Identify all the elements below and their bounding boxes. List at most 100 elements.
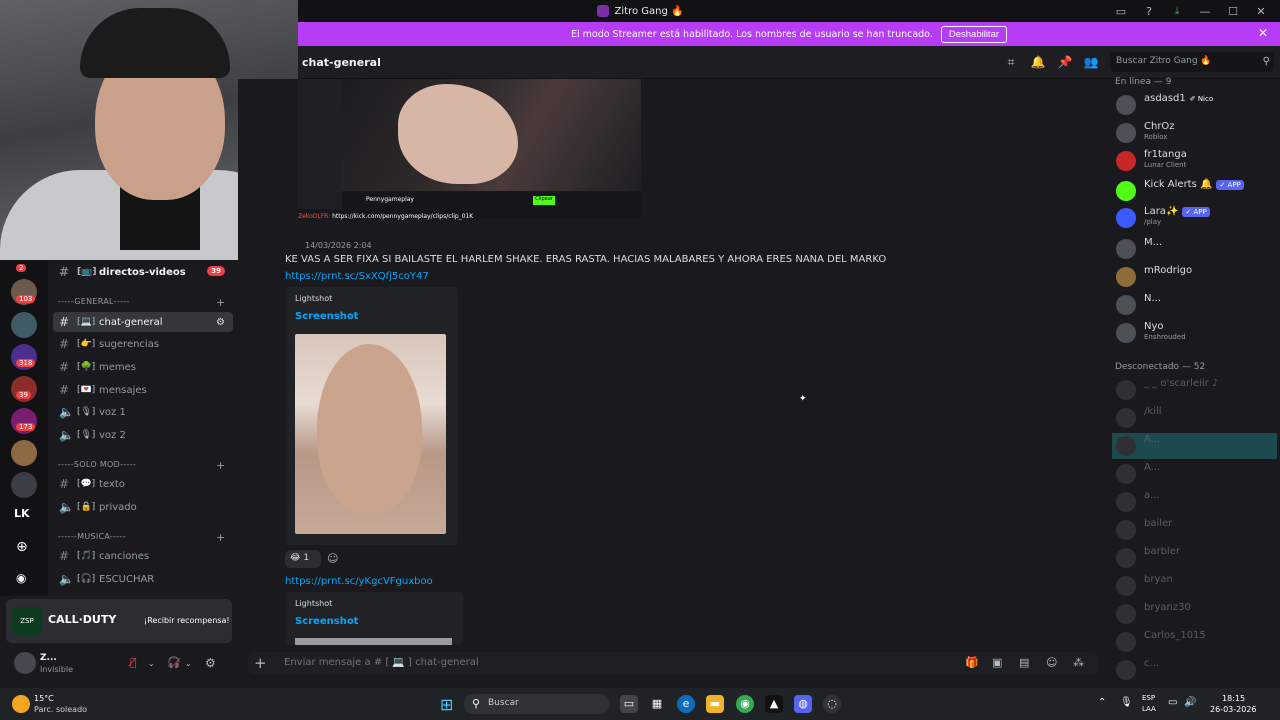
server-icon[interactable] bbox=[11, 312, 37, 338]
member-item[interactable]: mRodrigo bbox=[1112, 264, 1277, 290]
member-item[interactable]: bryanz30 bbox=[1112, 601, 1277, 627]
download-icon[interactable]: ⤓ bbox=[1170, 4, 1184, 18]
keyboard-layout[interactable]: LAA bbox=[1142, 705, 1156, 713]
chrome-icon[interactable]: ◉ bbox=[736, 695, 754, 713]
member-item[interactable]: _ _ o'scarleiir ♪ bbox=[1112, 377, 1277, 403]
gear-icon[interactable]: ⚙ bbox=[205, 656, 216, 670]
clip-button[interactable]: Clipear bbox=[533, 196, 555, 205]
clock-time[interactable]: 18:15 bbox=[1222, 694, 1245, 703]
clock-date[interactable]: 26-03-2026 bbox=[1210, 705, 1257, 714]
video-link-url[interactable]: https://kick.com/pennygameplay/clips/cli… bbox=[332, 213, 473, 220]
volume-icon[interactable]: 🔊 bbox=[1184, 697, 1196, 708]
chevron-down-icon[interactable]: ⌄ bbox=[185, 659, 192, 668]
mic-icon[interactable]: 🎙 bbox=[1120, 697, 1133, 708]
embed-image[interactable] bbox=[295, 334, 446, 534]
taskbar-search[interactable]: Buscar bbox=[464, 694, 610, 714]
add-reaction-icon[interactable]: ☺ bbox=[327, 552, 338, 565]
member-item[interactable]: Carlos_1015 bbox=[1112, 629, 1277, 655]
member-item[interactable]: M... bbox=[1112, 236, 1277, 262]
app-icon[interactable]: ▲ bbox=[765, 695, 783, 713]
file-explorer-icon[interactable]: ▬ bbox=[706, 695, 724, 713]
member-item[interactable]: asdasd1 ✐ Nico bbox=[1112, 92, 1277, 118]
channel-sugerencias[interactable]: # ⁅👉⁆ sugerencias bbox=[53, 334, 233, 354]
member-item[interactable]: c... bbox=[1112, 657, 1277, 683]
embed-title[interactable]: Screenshot bbox=[295, 311, 358, 322]
category-solo-mod[interactable]: -----SOLO MOD----- bbox=[58, 460, 136, 469]
channel-memes[interactable]: # ⁅🌳⁆ memes bbox=[53, 357, 233, 377]
member-item[interactable]: N... bbox=[1112, 292, 1277, 318]
embed-title[interactable]: Screenshot bbox=[295, 616, 358, 627]
app-icon[interactable]: ◌ bbox=[823, 695, 841, 713]
add-channel-icon[interactable]: + bbox=[216, 459, 225, 472]
gif-icon[interactable]: ▣ bbox=[992, 656, 1002, 669]
video-link[interactable]: ZekoDLFR: https://kick.com/pennygameplay… bbox=[298, 213, 473, 220]
avatar[interactable] bbox=[14, 652, 36, 674]
member-item[interactable]: ChrOz Roblox bbox=[1112, 120, 1277, 146]
task-view-icon[interactable]: ▭ bbox=[620, 695, 638, 713]
disable-streamer-button[interactable]: Deshabilitar bbox=[940, 25, 1008, 43]
minimize-button[interactable]: — bbox=[1198, 5, 1212, 18]
channel-directos-videos[interactable]: # ⁅📺⁆ directos-videos 39 bbox=[53, 262, 233, 282]
channel-voz-1[interactable]: 🔈 ⁅🎙⁆ voz 1 bbox=[53, 402, 233, 422]
deafen-icon[interactable]: 🎧̸ bbox=[167, 656, 181, 669]
message-link[interactable]: https://prnt.sc/yKgcVFguxboo bbox=[285, 576, 433, 587]
channel-mensajes[interactable]: # ⁅💌⁆ mensajes bbox=[53, 380, 233, 400]
discover-icon[interactable]: ◉ bbox=[16, 571, 26, 585]
add-channel-icon[interactable]: + bbox=[216, 531, 225, 544]
pin-icon[interactable]: 📌 bbox=[1057, 55, 1073, 69]
inbox-icon[interactable]: ▭ bbox=[1114, 5, 1128, 18]
maximize-button[interactable]: ☐ bbox=[1226, 5, 1240, 18]
help-icon[interactable]: ? bbox=[1142, 5, 1156, 18]
channel-settings-icon[interactable]: ⚙ bbox=[216, 317, 225, 328]
member-item[interactable]: fr1tanga Lunar Client bbox=[1112, 148, 1277, 174]
member-item[interactable]: /kill bbox=[1112, 405, 1277, 431]
notification-bell-icon[interactable]: 🔔 bbox=[1030, 55, 1046, 69]
terminal-icon[interactable]: ▦ bbox=[648, 695, 666, 713]
server-icon[interactable] bbox=[11, 472, 37, 498]
banner-close-icon[interactable]: ✕ bbox=[1258, 26, 1268, 40]
apps-icon[interactable]: ⁂ bbox=[1073, 656, 1084, 669]
member-item[interactable]: Lara✨ ✓ APP/play bbox=[1112, 205, 1277, 231]
embed-image[interactable] bbox=[295, 638, 452, 645]
mute-mic-icon[interactable]: 🎙̸ bbox=[130, 656, 137, 669]
channel-texto[interactable]: # ⁅💬⁆ texto bbox=[53, 474, 233, 494]
claim-reward-button[interactable]: ¡Recibir recompensa! bbox=[144, 616, 230, 625]
member-item[interactable]: Nyo Enshrouded bbox=[1112, 320, 1277, 346]
attach-plus-icon[interactable]: + bbox=[254, 654, 267, 672]
member-item[interactable]: a... bbox=[1112, 489, 1277, 515]
chevron-down-icon[interactable]: ⌄ bbox=[148, 659, 155, 668]
weather-sun-icon[interactable] bbox=[12, 695, 30, 713]
threads-icon[interactable]: ⌗ bbox=[1003, 55, 1019, 69]
emoji-icon[interactable]: ☺ bbox=[1046, 656, 1057, 669]
category-general[interactable]: -----GENERAL----- bbox=[58, 297, 130, 306]
channel-voz-2[interactable]: 🔈 ⁅🎙⁆ voz 2 bbox=[53, 425, 233, 445]
member-item[interactable]: Kick Alerts 🔔 ✓ APP bbox=[1112, 178, 1277, 204]
add-channel-icon[interactable]: + bbox=[216, 296, 225, 309]
member-item[interactable]: A... bbox=[1112, 433, 1277, 459]
member-item[interactable]: bryan bbox=[1112, 573, 1277, 599]
edge-icon[interactable]: e bbox=[677, 695, 695, 713]
member-item[interactable]: A... bbox=[1112, 461, 1277, 487]
member-item[interactable]: barbler bbox=[1112, 545, 1277, 571]
channel-chat-general[interactable]: # ⁅💻⁆ chat-general ⚙ bbox=[53, 312, 233, 332]
close-button[interactable]: ✕ bbox=[1254, 5, 1268, 18]
search-input[interactable]: Buscar Zitro Gang 🔥 bbox=[1110, 52, 1274, 72]
server-lk[interactable]: LK bbox=[14, 507, 30, 520]
sticker-icon[interactable]: ▤ bbox=[1019, 656, 1029, 669]
gift-icon[interactable]: 🎁 bbox=[965, 656, 979, 669]
tray-chevron-icon[interactable]: ⌃ bbox=[1098, 697, 1106, 708]
category-musica[interactable]: ------MUSICA----- bbox=[58, 532, 126, 541]
windows-start-icon[interactable]: ⊞ bbox=[440, 695, 453, 714]
channel-privado[interactable]: 🔈 ⁅🔒⁆ privado bbox=[53, 497, 233, 517]
language-indicator[interactable]: ESP bbox=[1142, 694, 1155, 702]
discord-icon[interactable]: ◍ bbox=[794, 695, 812, 713]
network-icon[interactable]: ▭ bbox=[1168, 697, 1177, 708]
member-item[interactable]: bailer bbox=[1112, 517, 1277, 543]
channel-escuchar[interactable]: 🔈 ⁅🎧⁆ ESCUCHAR bbox=[53, 569, 233, 589]
server-icon[interactable] bbox=[11, 440, 37, 466]
member-list-icon[interactable]: 👥 bbox=[1083, 55, 1099, 69]
channel-canciones[interactable]: # ⁅🎵⁆ canciones bbox=[53, 546, 233, 566]
add-server-icon[interactable]: ⊕ bbox=[16, 539, 28, 555]
message-link[interactable]: https://prnt.sc/SxXQfj5coY47 bbox=[285, 271, 429, 282]
message-input[interactable] bbox=[284, 657, 884, 668]
